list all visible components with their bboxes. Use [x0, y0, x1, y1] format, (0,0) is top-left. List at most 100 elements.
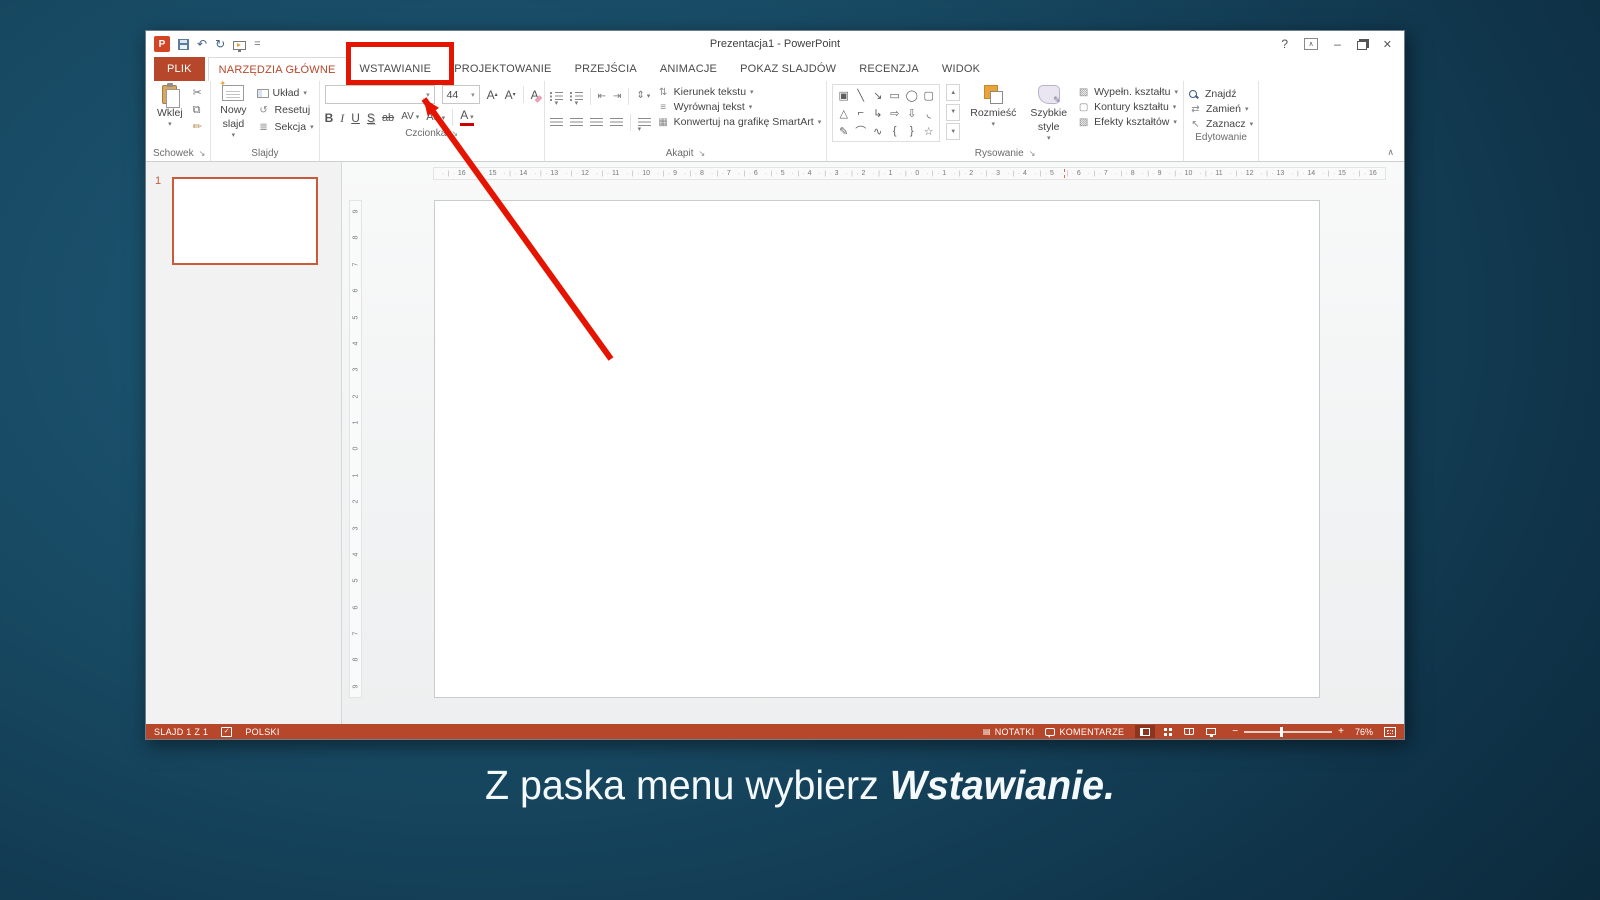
shape-icon[interactable]: ↘ [873, 89, 882, 102]
select-button[interactable]: ↖Zaznacz [1189, 118, 1253, 130]
underline-button[interactable]: U [351, 111, 360, 125]
collapse-ribbon-button[interactable]: ∧ [1387, 147, 1394, 158]
paste-button[interactable]: Wklej [153, 84, 187, 130]
align-center-button[interactable] [570, 118, 583, 128]
text-shadow-button[interactable]: S [367, 111, 375, 125]
ribbon-tab[interactable]: PRZEJŚCIA [565, 57, 647, 81]
align-text-button[interactable]: ≡Wyrównaj tekst [657, 101, 822, 113]
new-slide-button[interactable]: Nowy slajd [216, 84, 250, 141]
replace-button[interactable]: ⇄Zamień [1189, 103, 1253, 115]
paragraph-dialog-launcher-icon[interactable]: ↘ [698, 149, 705, 158]
ribbon-tab[interactable]: POKAZ SLAJDÓW [730, 57, 846, 81]
bold-button[interactable]: B [325, 111, 334, 125]
font-dialog-launcher-icon[interactable]: ↘ [451, 129, 458, 138]
change-case-button[interactable]: Aa [426, 110, 445, 126]
shapes-gallery[interactable]: ▣ ╲ ↘ ▭ ◯ ▢ △ ⌐ ↳ ⇨ ⇩ ◟ ✎ ⌒ ∿ {} ☆ [832, 84, 940, 142]
shape-icon[interactable]: ╲ [857, 89, 864, 102]
shape-icon[interactable]: ◯ [906, 89, 918, 102]
language-indicator[interactable]: POLSKI [245, 727, 279, 737]
arrange-button[interactable]: Rozmieść [966, 84, 1020, 130]
shape-icon[interactable]: ⇩ [907, 107, 916, 120]
font-name-combobox[interactable] [325, 85, 435, 104]
columns-button[interactable] [638, 118, 651, 128]
strikethrough-button[interactable]: ab [382, 111, 394, 125]
bullets-button[interactable] [550, 92, 563, 102]
shape-icon[interactable]: ⇨ [890, 107, 899, 120]
shape-icon[interactable]: ▭ [890, 89, 900, 102]
zoom-slider-thumb[interactable] [1280, 727, 1283, 737]
restore-button[interactable] [1357, 41, 1367, 50]
section-button[interactable]: ≣Sekcja [257, 120, 314, 135]
shapes-gallery-scrollbar[interactable]: ▲ ▼ ▼ [946, 84, 960, 140]
ribbon-tab[interactable]: PROJEKTOWANIE [444, 57, 561, 81]
shape-outline-button[interactable]: ▢Kontury kształtu [1077, 101, 1178, 113]
shape-icon[interactable]: ▣ [839, 89, 849, 102]
reading-view-button[interactable] [1179, 725, 1199, 738]
minimize-button[interactable]: – [1334, 40, 1341, 48]
zoom-in-button[interactable]: + [1338, 727, 1344, 737]
zoom-slider[interactable] [1244, 731, 1332, 733]
slideshow-view-button[interactable] [1201, 725, 1221, 738]
numbering-button[interactable] [570, 92, 583, 102]
notes-toggle[interactable]: ▤NOTATKI [983, 727, 1035, 737]
cut-button[interactable]: ✂ [193, 87, 202, 99]
shape-icon[interactable]: ↳ [873, 107, 882, 120]
font-size-combobox[interactable]: 44 [442, 85, 480, 104]
shape-effects-button[interactable]: ▧Efekty kształtów [1077, 116, 1178, 128]
drawing-dialog-launcher-icon[interactable]: ↘ [1029, 149, 1036, 158]
clear-formatting-button[interactable]: A [531, 88, 539, 102]
shapes-scroll-up-icon[interactable]: ▲ [946, 84, 960, 101]
increase-indent-button[interactable]: ⇥ [613, 92, 621, 102]
convert-smartart-button[interactable]: ▦Konwertuj na grafikę SmartArt [657, 116, 822, 128]
format-painter-button[interactable]: ✏ [193, 121, 202, 133]
decrease-indent-button[interactable]: ⇤ [598, 92, 606, 102]
shape-icon[interactable]: { [893, 125, 897, 137]
shape-icon[interactable]: } [910, 125, 914, 137]
layout-button[interactable]: Układ [257, 86, 314, 101]
justify-button[interactable] [610, 118, 623, 128]
shape-icon[interactable]: ☆ [924, 125, 934, 138]
align-right-button[interactable] [590, 118, 603, 128]
ribbon-tab[interactable]: ANIMACJE [650, 57, 727, 81]
slide-canvas[interactable] [434, 200, 1320, 698]
spell-check-icon[interactable]: ✓ [221, 727, 232, 737]
close-button[interactable]: ✕ [1383, 38, 1392, 51]
shape-icon[interactable]: ∿ [873, 125, 882, 138]
shape-icon[interactable]: ⌐ [858, 107, 864, 119]
shape-icon[interactable]: ⌒ [855, 123, 866, 139]
shapes-more-icon[interactable]: ▼ [946, 123, 960, 140]
copy-button[interactable]: ⧉ [193, 104, 202, 116]
character-spacing-button[interactable]: AV [401, 110, 419, 125]
font-color-button[interactable]: A [460, 110, 473, 126]
save-button[interactable] [178, 39, 189, 50]
reset-button[interactable]: ↺Resetuj [257, 103, 314, 118]
undo-button[interactable]: ↶ [197, 37, 207, 51]
start-slideshow-button[interactable] [233, 39, 246, 50]
shape-icon[interactable]: △ [840, 107, 848, 120]
shape-icon[interactable]: ✎ [839, 125, 848, 138]
comments-toggle[interactable]: KOMENTARZE [1045, 727, 1124, 737]
customize-qat-button[interactable]: = [254, 38, 260, 50]
shape-fill-button[interactable]: ▨Wypełn. kształtu [1077, 86, 1178, 98]
redo-button[interactable]: ↻ [215, 37, 225, 51]
clipboard-dialog-launcher-icon[interactable]: ↘ [199, 149, 206, 158]
slide-sorter-view-button[interactable] [1157, 725, 1177, 738]
find-button[interactable]: Znajdź [1189, 88, 1253, 100]
italic-button[interactable]: I [340, 111, 344, 125]
increase-font-size-button[interactable]: A [487, 88, 498, 102]
slide-thumbnail[interactable] [172, 177, 318, 265]
ribbon-tab[interactable]: RECENZJA [849, 57, 929, 81]
quick-styles-button[interactable]: Szybkie style [1026, 84, 1071, 144]
ribbon-display-options-button[interactable]: ∧ [1304, 38, 1318, 50]
shape-icon[interactable]: ▢ [924, 89, 934, 102]
ribbon-tab[interactable]: NARZĘDZIA GŁÓWNE [208, 57, 347, 81]
shape-icon[interactable]: ◟ [927, 107, 931, 120]
help-button[interactable]: ? [1281, 37, 1288, 51]
ribbon-tab[interactable]: WIDOK [932, 57, 990, 81]
shapes-scroll-down-icon[interactable]: ▼ [946, 104, 960, 121]
zoom-percentage[interactable]: 76% [1355, 727, 1373, 737]
decrease-font-size-button[interactable]: A [505, 88, 516, 102]
fit-to-window-button[interactable] [1384, 727, 1396, 737]
align-left-button[interactable] [550, 118, 563, 128]
text-direction-button[interactable]: ⇅Kierunek tekstu [657, 86, 822, 98]
